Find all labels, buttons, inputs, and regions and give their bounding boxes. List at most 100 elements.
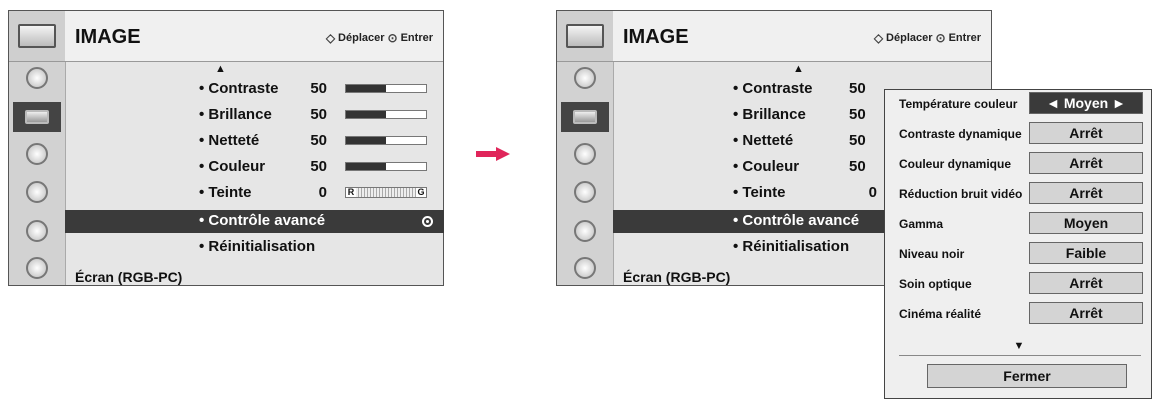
menu-item-teinte[interactable]: • Teinte 0: [733, 181, 883, 203]
close-button[interactable]: Fermer: [927, 364, 1127, 388]
menu-item-controle-avance[interactable]: • Contrôle avancé: [613, 210, 885, 233]
row-label: Cinéma réalité: [899, 307, 982, 321]
page-title: IMAGE: [75, 26, 141, 48]
menu-item-nettete[interactable]: • Netteté 50: [199, 129, 439, 151]
row-value[interactable]: Arrêt: [1029, 302, 1143, 324]
item-value: 50: [849, 157, 866, 175]
row-label: Couleur dynamique: [899, 157, 1012, 171]
menu-item-reinitialisation[interactable]: • Réinitialisation: [199, 235, 439, 257]
enter-icon: ⊙: [935, 31, 946, 45]
scroll-down-icon[interactable]: ▼: [885, 340, 1152, 352]
menu-item-couleur[interactable]: • Couleur 50: [733, 155, 883, 177]
row-value[interactable]: Arrêt: [1029, 152, 1143, 174]
menu-item-couleur[interactable]: • Couleur 50: [199, 155, 439, 177]
menu-header: IMAGE ◇ Déplacer ⊙ Entrer: [65, 11, 443, 62]
row-value[interactable]: Faible: [1029, 242, 1143, 264]
item-value: 50: [310, 131, 327, 149]
row-label: Température couleur: [899, 97, 1018, 111]
brillance-slider[interactable]: [345, 110, 427, 119]
item-label: • Brillance: [199, 105, 272, 123]
couleur-slider[interactable]: [345, 162, 427, 171]
input-source-label: Écran (RGB-PC): [75, 269, 183, 285]
row-label: Réduction bruit vidéo: [899, 187, 1023, 201]
row-value[interactable]: Arrêt: [1029, 122, 1143, 144]
tv-menu-icon: [557, 11, 613, 62]
popup-row-contraste-dynamique[interactable]: Contraste dynamique Arrêt: [885, 122, 1152, 146]
row-value[interactable]: Arrêt: [1029, 182, 1143, 204]
picture-icon[interactable]: [13, 63, 61, 93]
popup-row-couleur-dynamique[interactable]: Couleur dynamique Arrêt: [885, 152, 1152, 176]
enter-icon: ⊙: [387, 31, 398, 45]
lock-icon[interactable]: [561, 253, 609, 283]
item-value: 0: [318, 183, 327, 201]
row-value[interactable]: ◄ Moyen ►: [1029, 92, 1143, 114]
item-value: 50: [849, 79, 866, 97]
menu-item-teinte[interactable]: • Teinte 0 R G: [199, 181, 439, 203]
row-label: Niveau noir: [899, 247, 965, 261]
option-icon[interactable]: [13, 216, 61, 246]
advanced-control-popup: Température couleur ◄ Moyen ► Contraste …: [884, 89, 1152, 399]
popup-row-soin-optique[interactable]: Soin optique Arrêt: [885, 272, 1152, 296]
menu-item-nettete[interactable]: • Netteté 50: [733, 129, 883, 151]
scroll-up-icon[interactable]: ▲: [793, 63, 804, 75]
clock-icon[interactable]: [13, 177, 61, 207]
move-hint-label: Déplacer: [338, 32, 385, 44]
row-label: Contraste dynamique: [899, 127, 1022, 141]
item-value: 50: [849, 131, 866, 149]
popup-row-temperature-couleur[interactable]: Température couleur ◄ Moyen ►: [885, 92, 1152, 116]
option-icon[interactable]: [561, 216, 609, 246]
item-label: • Contraste: [199, 79, 279, 97]
enter-hint-label: Entrer: [948, 32, 981, 44]
move-hint-label: Déplacer: [886, 32, 933, 44]
menu-item-brillance[interactable]: • Brillance 50: [733, 103, 883, 125]
page-title: IMAGE: [623, 26, 689, 48]
nettete-slider[interactable]: [345, 136, 427, 145]
audio-icon[interactable]: [561, 139, 609, 169]
category-sidebar: [557, 11, 614, 285]
menu-item-contraste[interactable]: • Contraste 50: [199, 77, 439, 99]
selected-radio-icon: [422, 216, 433, 227]
scroll-up-icon[interactable]: ▲: [215, 63, 226, 75]
tint-green-label: G: [416, 187, 426, 197]
menu-item-contraste[interactable]: • Contraste 50: [733, 77, 883, 99]
picture-icon[interactable]: [561, 63, 609, 93]
item-label: • Brillance: [733, 105, 806, 123]
item-value: 50: [310, 79, 327, 97]
nav-hint: ◇ Déplacer ⊙ Entrer: [874, 31, 981, 45]
tv-icon[interactable]: [13, 102, 61, 132]
teinte-slider[interactable]: R G: [345, 187, 427, 198]
item-label: • Couleur: [733, 157, 800, 175]
popup-row-niveau-noir[interactable]: Niveau noir Faible: [885, 242, 1152, 266]
audio-icon[interactable]: [13, 139, 61, 169]
tv-icon[interactable]: [561, 102, 609, 132]
menu-header: IMAGE ◇ Déplacer ⊙ Entrer: [613, 11, 991, 62]
row-label: Gamma: [899, 217, 944, 231]
row-value[interactable]: Arrêt: [1029, 272, 1143, 294]
item-label: • Teinte: [199, 183, 252, 201]
category-sidebar: [9, 11, 66, 285]
move-icon: ◇: [873, 31, 884, 45]
item-value: 50: [310, 157, 327, 175]
divider: [899, 355, 1141, 356]
popup-row-cinema-realite[interactable]: Cinéma réalité Arrêt: [885, 302, 1152, 326]
row-value[interactable]: Moyen: [1029, 212, 1143, 234]
clock-icon[interactable]: [561, 177, 609, 207]
item-value: 50: [849, 105, 866, 123]
transition-arrow-icon: [476, 147, 510, 161]
contraste-slider[interactable]: [345, 84, 427, 93]
item-value: 50: [310, 105, 327, 123]
popup-row-reduction-bruit-video[interactable]: Réduction bruit vidéo Arrêt: [885, 182, 1152, 206]
move-icon: ◇: [325, 31, 336, 45]
item-label: • Contrôle avancé: [733, 212, 860, 229]
item-label: • Couleur: [199, 157, 266, 175]
enter-hint-label: Entrer: [400, 32, 433, 44]
item-label: • Netteté: [733, 131, 794, 149]
item-label: • Contraste: [733, 79, 813, 97]
menu-item-controle-avance[interactable]: • Contrôle avancé: [65, 210, 444, 233]
menu-item-reinitialisation[interactable]: • Réinitialisation: [733, 235, 883, 257]
item-label: • Réinitialisation: [199, 237, 316, 255]
menu-panel-before: IMAGE ◇ Déplacer ⊙ Entrer ▲ • Contraste …: [8, 10, 444, 286]
lock-icon[interactable]: [13, 253, 61, 283]
menu-item-brillance[interactable]: • Brillance 50: [199, 103, 439, 125]
popup-row-gamma[interactable]: Gamma Moyen: [885, 212, 1152, 236]
